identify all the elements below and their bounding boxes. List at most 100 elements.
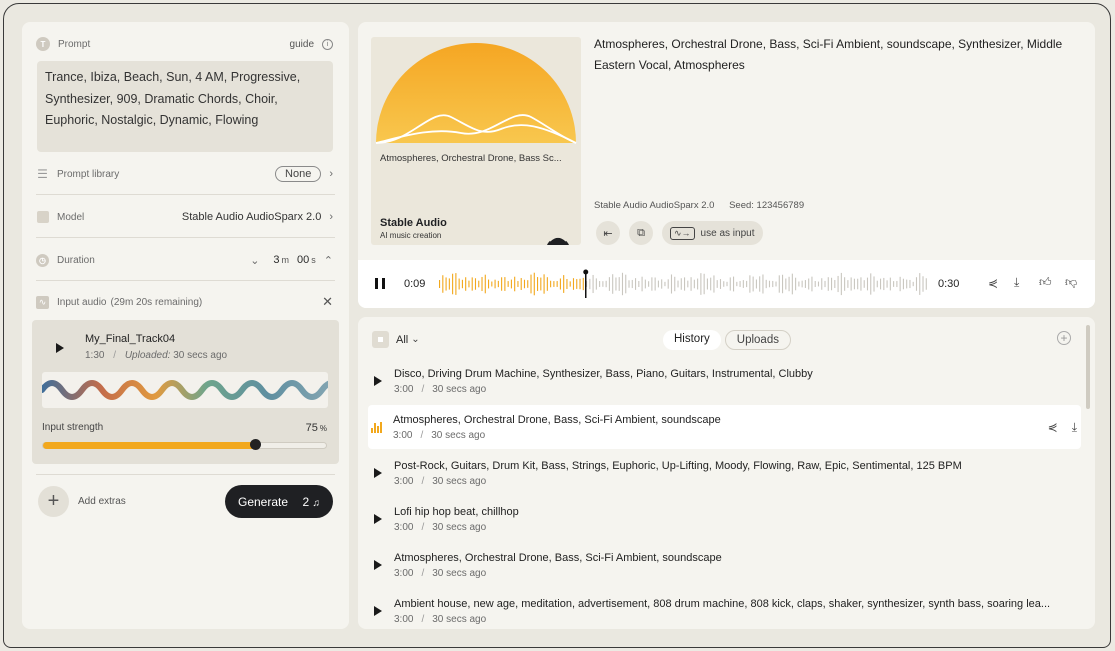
scrollbar[interactable] xyxy=(1086,325,1090,409)
waveform-bar xyxy=(853,278,855,290)
input-track-length: 1:30 xyxy=(85,350,105,361)
history-row-active[interactable]: Atmospheres, Orchestral Drone, Bass, Sci… xyxy=(368,405,1081,449)
waveform-bar xyxy=(831,277,833,291)
history-row[interactable]: Atmospheres, Orchestral Drone, Bass, Sci… xyxy=(368,543,1081,587)
history-row[interactable]: Ambient house, new age, meditation, adve… xyxy=(368,589,1081,629)
play-icon[interactable] xyxy=(56,343,64,353)
generate-button[interactable]: Generate 2 ♫ xyxy=(225,485,333,518)
waveform-bar xyxy=(719,279,722,289)
waveform-bar xyxy=(664,281,666,287)
chevron-up-icon[interactable]: ⌃ xyxy=(324,254,333,267)
waveform-arrow-icon: ∿→ xyxy=(670,226,695,240)
thumbs-down-icon[interactable]: 👎︎ xyxy=(1065,275,1077,290)
waveform-bar xyxy=(517,281,519,287)
history-time: 30 secs ago xyxy=(432,613,487,625)
tab-uploads[interactable]: Uploads xyxy=(724,330,791,350)
guide-link[interactable]: guide xyxy=(290,39,314,50)
seconds-unit: s xyxy=(311,255,316,265)
chevron-down-icon[interactable]: ⌄ xyxy=(250,254,259,267)
play-icon[interactable] xyxy=(374,468,382,478)
waveform-bar xyxy=(791,273,793,295)
waveform-bar xyxy=(782,274,784,294)
history-row[interactable]: Disco, Driving Drum Machine, Synthesizer… xyxy=(368,359,1081,403)
model-row[interactable]: Model Stable Audio AudioSparx 2.0 › xyxy=(22,205,349,229)
close-icon[interactable]: ✕ xyxy=(322,294,333,310)
waveform-bar xyxy=(523,279,526,289)
pause-icon[interactable] xyxy=(375,278,385,289)
waveform-bar xyxy=(693,279,695,289)
waveform-bar xyxy=(847,280,849,288)
model-value[interactable]: Stable Audio AudioSparx 2.0 xyxy=(182,211,321,223)
waveform-bar xyxy=(873,276,875,292)
add-extras-button[interactable]: + xyxy=(38,486,69,517)
waveform-bar xyxy=(638,281,640,287)
play-icon[interactable] xyxy=(374,606,382,616)
generate-count: 2 xyxy=(302,494,310,509)
current-time: 0:09 xyxy=(404,278,426,290)
use-as-input-button[interactable]: ∿→ use as input xyxy=(662,221,764,245)
waveform-bar xyxy=(559,278,561,290)
history-row[interactable]: Post-Rock, Guitars, Drum Kit, Bass, Stri… xyxy=(368,451,1081,495)
download-icon[interactable]: ⤓ xyxy=(1072,420,1077,435)
waveform-bar xyxy=(582,277,584,291)
waveform-bar xyxy=(605,280,607,288)
history-row[interactable]: Lofi hip hop beat, chillhop 3:00/30 secs… xyxy=(368,497,1081,541)
prompt-library-row[interactable]: ☰ Prompt library None › xyxy=(22,162,349,186)
playhead-dot[interactable] xyxy=(583,269,589,275)
waveform-bar xyxy=(912,281,914,287)
waveform-bar xyxy=(612,274,614,294)
waveform-bar xyxy=(915,277,918,291)
thumbs-up-icon[interactable]: 👍︎ xyxy=(1039,275,1052,290)
prompt-input[interactable]: Trance, Ibiza, Beach, Sun, 4 AM, Progres… xyxy=(37,61,333,152)
waveform-bar xyxy=(857,278,859,290)
waveform-bar xyxy=(821,278,823,290)
waveform-bar xyxy=(497,280,499,288)
duration-seconds[interactable]: 00 xyxy=(297,254,309,266)
waveform-bar xyxy=(550,280,552,288)
remix-button[interactable]: ⇤ xyxy=(596,221,620,245)
waveform-bar xyxy=(439,280,441,288)
play-icon[interactable] xyxy=(374,376,382,386)
download-icon[interactable]: ⤓ xyxy=(1014,275,1019,290)
waveform-bar xyxy=(442,275,444,293)
player-waveform[interactable] xyxy=(438,269,928,299)
input-strength-readout: 75% xyxy=(306,422,327,434)
waveform-bar xyxy=(661,279,663,289)
waveform-bar xyxy=(589,278,591,290)
share-icon[interactable]: ⋞ xyxy=(988,276,998,290)
duration-minutes[interactable]: 3 xyxy=(273,254,279,266)
filter-dropdown[interactable]: All ⌄ xyxy=(372,331,420,348)
waveform-bar xyxy=(742,280,744,288)
prompt-library-value[interactable]: None xyxy=(275,166,322,182)
cover-text: Atmospheres, Orchestral Drone, Bass Sc..… xyxy=(380,153,562,164)
waveform-bar xyxy=(768,280,771,288)
waveform-bar xyxy=(657,280,659,288)
waveform-bar xyxy=(752,276,754,292)
track-actions: ⇤ ⧉ ∿→ use as input xyxy=(596,221,764,245)
waveform-bar xyxy=(625,274,627,294)
share-icon[interactable]: ⋞ xyxy=(1048,420,1058,434)
add-icon[interactable]: + xyxy=(1057,331,1071,345)
copy-button[interactable]: ⧉ xyxy=(629,221,653,245)
play-icon[interactable] xyxy=(374,514,382,524)
play-icon[interactable] xyxy=(374,560,382,570)
info-icon[interactable]: i xyxy=(322,38,333,50)
waveform-bar xyxy=(670,274,673,294)
waveform-bar xyxy=(883,277,885,291)
waveform-bar xyxy=(697,278,699,290)
generate-label: Generate xyxy=(238,494,289,509)
history-length: 3:00 xyxy=(394,475,414,487)
input-strength-slider[interactable] xyxy=(42,439,327,450)
waveform-bar xyxy=(844,277,846,291)
add-extras-label[interactable]: Add extras xyxy=(78,496,126,507)
waveform-bar xyxy=(546,277,548,291)
waveform-bar xyxy=(667,279,669,289)
waveform-bar xyxy=(746,280,748,288)
slider-handle[interactable] xyxy=(250,439,262,450)
waveform-bar xyxy=(674,276,676,292)
seed-label: Seed: xyxy=(729,200,754,211)
tab-history[interactable]: History xyxy=(663,330,721,350)
waveform-bar xyxy=(592,274,594,294)
waveform-bar xyxy=(530,274,532,294)
model-icon xyxy=(36,211,49,224)
